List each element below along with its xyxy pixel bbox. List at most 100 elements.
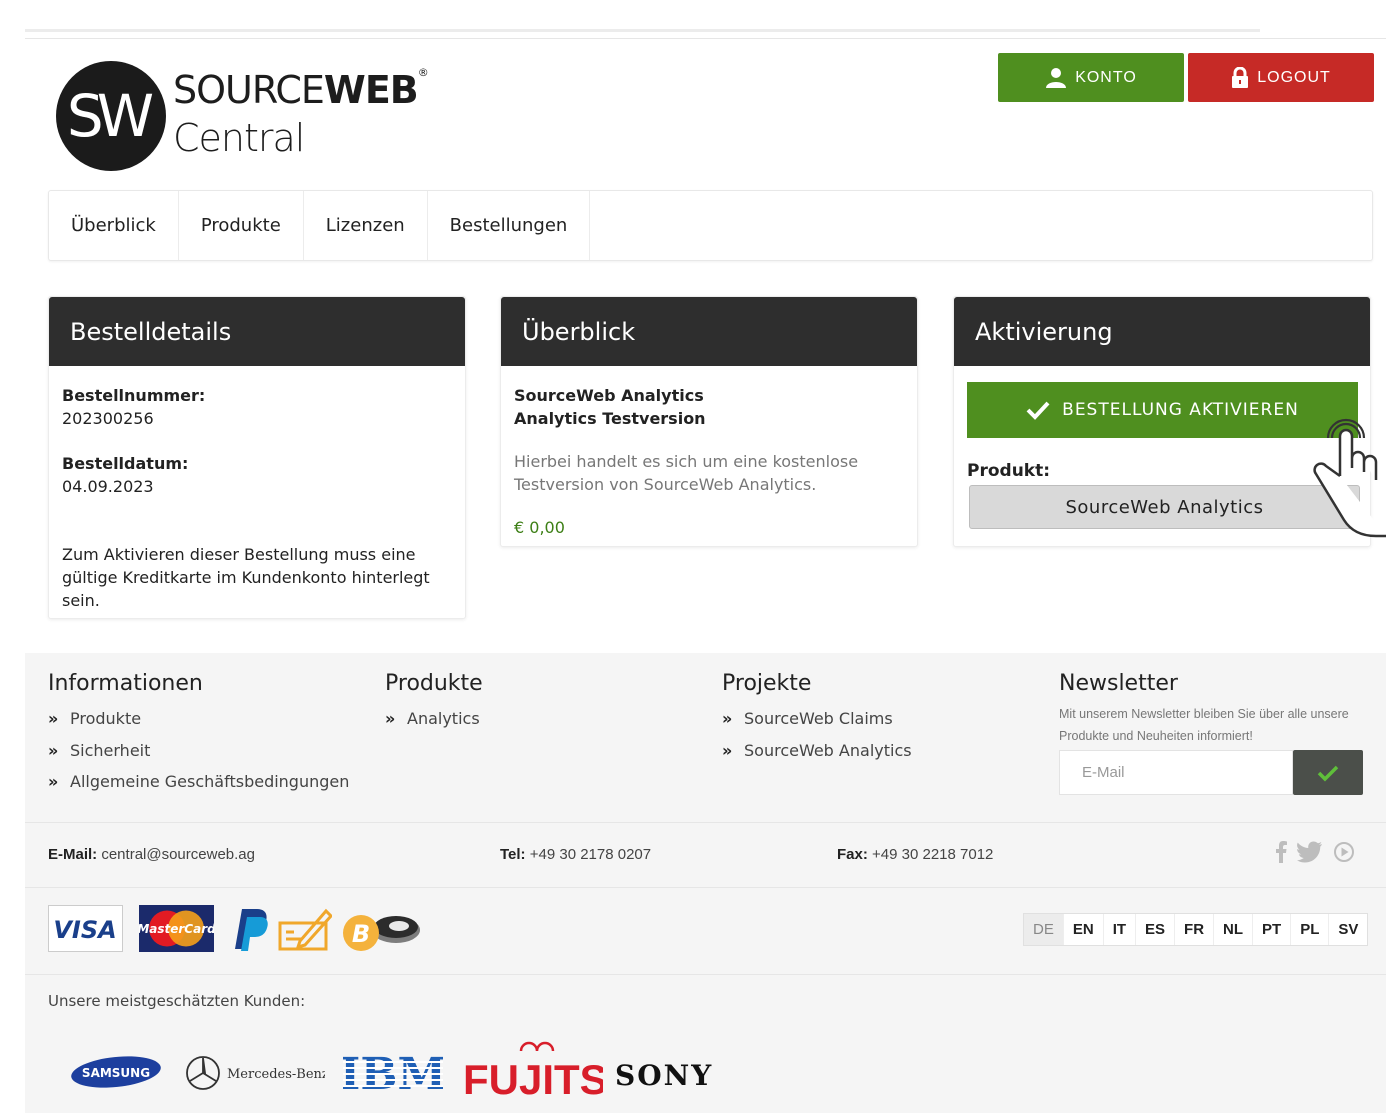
konto-button[interactable]: KONTO (998, 53, 1184, 102)
product-select-button[interactable]: SourceWeb Analytics (969, 485, 1360, 529)
mastercard-logo: MasterCard (139, 905, 214, 952)
logout-label: LOGOUT (1257, 68, 1331, 86)
svg-text:MasterCard: MasterCard (139, 922, 214, 936)
play-icon[interactable] (1333, 841, 1355, 863)
order-date-label: Bestelldatum: (62, 454, 189, 473)
footer-info-title: Informationen (48, 671, 203, 696)
bitcoin-logo: B (343, 915, 420, 951)
double-chevron-icon: » (385, 709, 396, 729)
lang-pl[interactable]: PL (1291, 914, 1330, 945)
lang-de[interactable]: DE (1024, 914, 1064, 945)
newsletter-title: Newsletter (1059, 671, 1178, 696)
footer-info-column: Informationen » Produkte » Sicherheit » All… (48, 671, 349, 798)
lang-it[interactable]: IT (1104, 914, 1137, 945)
svg-text:Mercedes-Benz: Mercedes-Benz (227, 1067, 325, 1082)
social-links (1275, 841, 1355, 863)
panel-title: Bestelldetails (49, 297, 465, 366)
lang-pt[interactable]: PT (1253, 914, 1292, 945)
activate-order-button[interactable]: BESTELLUNG AKTIVIEREN (967, 382, 1358, 438)
panel-title: Überblick (501, 297, 917, 366)
double-chevron-icon: » (48, 709, 59, 729)
lang-en[interactable]: EN (1064, 914, 1104, 945)
newsletter-submit-button[interactable] (1293, 750, 1363, 795)
svg-text:SAMSUNG: SAMSUNG (82, 1066, 150, 1080)
nav-item-bestellungen[interactable]: Bestellungen (428, 191, 591, 260)
logout-button[interactable]: LOGOUT (1188, 53, 1374, 102)
double-chevron-icon: » (722, 740, 733, 760)
order-date: 04.09.2023 (62, 477, 154, 496)
nav-item-ueberblick[interactable]: Überblick (49, 191, 179, 260)
double-chevron-icon: » (48, 772, 59, 792)
product-name: SourceWeb Analytics (514, 386, 704, 405)
footer-newsletter-column: Newsletter Mit unserem Newsletter bleibe… (1059, 671, 1369, 747)
lock-icon (1232, 66, 1249, 88)
nav-item-lizenzen[interactable]: Lizenzen (304, 191, 428, 260)
contact-fax: Fax: +49 30 2218 7012 (837, 846, 994, 863)
top-divider-2 (25, 38, 1386, 39)
lang-sv[interactable]: SV (1329, 914, 1367, 945)
konto-label: KONTO (1075, 68, 1137, 86)
svg-text:B: B (352, 920, 370, 948)
order-number-label: Bestellnummer: (62, 386, 206, 405)
paypal-logo (235, 909, 268, 951)
footer-divider (25, 887, 1386, 888)
twitter-icon[interactable] (1297, 841, 1323, 863)
footer-link-sicherheit[interactable]: » Sicherheit (48, 735, 349, 767)
lang-fr[interactable]: FR (1175, 914, 1215, 945)
footer-divider (25, 974, 1386, 975)
svg-text:SONY: SONY (615, 1059, 713, 1090)
email-link[interactable]: central@sourceweb.ag (101, 846, 255, 863)
mercedes-logo: Mercedes-Benz (186, 1056, 325, 1090)
newsletter-text: Mit unserem Newsletter bleiben Sie über … (1059, 707, 1349, 743)
footer-link-sw-analytics[interactable]: » SourceWeb Analytics (722, 735, 912, 767)
lang-nl[interactable]: NL (1214, 914, 1254, 945)
top-divider (25, 29, 1260, 32)
brand-subtitle: Central (173, 116, 305, 160)
ibm-logo: IBM (343, 1051, 443, 1095)
contact-tel: Tel: +49 30 2178 0207 (500, 846, 652, 863)
footer-projects-title: Projekte (722, 671, 812, 696)
footer-divider (25, 822, 1386, 823)
svg-text:VISA: VISA (53, 916, 116, 944)
footer-link-analytics[interactable]: » Analytics (385, 703, 483, 735)
svg-text:FUJITSU: FUJITSU (463, 1056, 603, 1103)
order-details-panel: Bestelldetails Bestellnummer: 202300256 … (48, 296, 466, 619)
product-price: € 0,00 (514, 518, 565, 537)
panel-title: Aktivierung (954, 297, 1370, 366)
cheque-icon (278, 908, 332, 951)
checkmark-icon (1317, 765, 1339, 781)
footer-link-agb[interactable]: » Allgemeine Geschäftsbedingungen (48, 766, 349, 798)
lang-es[interactable]: ES (1136, 914, 1176, 945)
product-label: Produkt: (967, 461, 1051, 481)
activation-notice: Zum Aktivieren dieser Bestellung muss ei… (62, 545, 430, 610)
footer-products-column: Produkte » Analytics (385, 671, 483, 735)
footer-products-title: Produkte (385, 671, 483, 696)
double-chevron-icon: » (48, 740, 59, 760)
pointer-hand-icon (1313, 418, 1386, 538)
footer-link-produkte[interactable]: » Produkte (48, 703, 349, 735)
nav-item-produkte[interactable]: Produkte (179, 191, 304, 260)
logo-monogram: SW (67, 82, 153, 150)
fujitsu-logo: FUJITSU (463, 1041, 603, 1103)
logo-mark: SW (56, 61, 166, 171)
facebook-icon[interactable] (1275, 841, 1287, 863)
double-chevron-icon: » (722, 709, 733, 729)
footer-projects-column: Projekte » SourceWeb Claims » SourceWeb An… (722, 671, 912, 766)
newsletter-email-input[interactable]: E-Mail (1059, 750, 1293, 795)
footer-link-claims[interactable]: » SourceWeb Claims (722, 703, 912, 735)
visa-logo: VISA (48, 905, 123, 952)
sony-logo: SONY (615, 1059, 713, 1090)
footer: Informationen » Produkte » Sicherheit » All… (25, 653, 1386, 1113)
contact-email: E-Mail: central@sourceweb.ag (48, 846, 255, 863)
checkmark-icon (1026, 401, 1050, 420)
samsung-logo: SAMSUNG (71, 1056, 161, 1088)
logo[interactable]: SW SOURCEWEB® Central (55, 60, 429, 175)
user-icon (1046, 67, 1067, 88)
main-nav: Überblick Produkte Lizenzen Bestellungen (48, 190, 1373, 261)
brand-name: SOURCEWEB® (173, 66, 429, 112)
order-number: 202300256 (62, 409, 154, 428)
language-switcher: DE EN IT ES FR NL PT PL SV (1023, 913, 1369, 946)
product-description: Hierbei handelt es sich um eine kostenlo… (514, 452, 859, 494)
activate-label: BESTELLUNG AKTIVIEREN (1062, 400, 1299, 420)
overview-panel: Überblick SourceWeb Analytics Analytics … (500, 296, 918, 547)
